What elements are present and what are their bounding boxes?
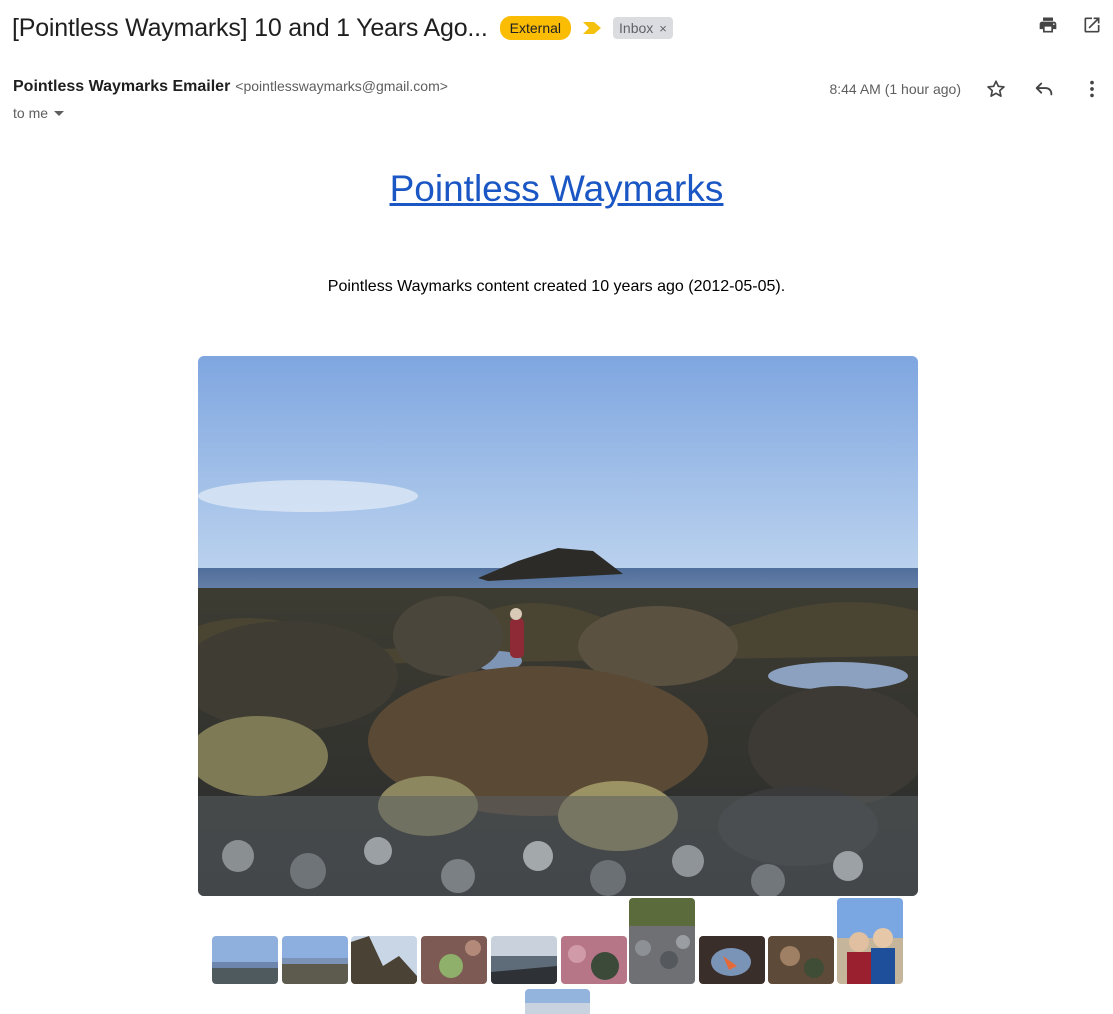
thumbnail-photo[interactable] bbox=[837, 898, 903, 984]
print-icon[interactable] bbox=[1037, 14, 1059, 36]
photo-thumbnails bbox=[212, 898, 912, 1014]
thumbnail-photo[interactable] bbox=[282, 936, 348, 984]
importance-marker-icon[interactable] bbox=[581, 20, 603, 36]
recipient-row: to me bbox=[13, 105, 65, 121]
message-meta: 8:44 AM (1 hour ago) bbox=[829, 78, 1103, 100]
recipient-text: to me bbox=[13, 105, 49, 121]
thumbnail-photo[interactable] bbox=[491, 936, 557, 984]
subject-row: [Pointless Waymarks] 10 and 1 Years Ago.… bbox=[12, 10, 1113, 46]
thumbnail-photo[interactable] bbox=[699, 936, 765, 984]
thumbnail-photo[interactable] bbox=[561, 936, 627, 984]
site-title-link[interactable]: Pointless Waymarks bbox=[390, 168, 724, 209]
more-vertical-icon[interactable] bbox=[1081, 78, 1103, 100]
remove-label-close-icon[interactable]: × bbox=[659, 21, 667, 36]
thumbnail-photo[interactable] bbox=[212, 936, 278, 984]
timestamp: 8:44 AM (1 hour ago) bbox=[829, 81, 961, 97]
subject-actions bbox=[1037, 14, 1103, 36]
external-label-chip: External bbox=[499, 16, 572, 40]
sender-email: <pointlesswaymarks@gmail.com> bbox=[235, 78, 448, 94]
thumbnail-photo[interactable] bbox=[351, 936, 417, 984]
hero-photo[interactable] bbox=[198, 356, 918, 896]
email-subject: [Pointless Waymarks] 10 and 1 Years Ago.… bbox=[12, 13, 488, 42]
site-title-link-container: Pointless Waymarks bbox=[0, 168, 1113, 210]
thumbnail-photo[interactable] bbox=[768, 936, 834, 984]
inbox-label-chip: Inbox × bbox=[613, 17, 673, 39]
reply-icon[interactable] bbox=[1033, 78, 1055, 100]
thumbnail-photo[interactable] bbox=[525, 989, 590, 1014]
intro-text: Pointless Waymarks content created 10 ye… bbox=[327, 278, 786, 295]
caret-down-icon[interactable] bbox=[54, 110, 65, 116]
star-icon[interactable] bbox=[985, 78, 1007, 100]
open-in-new-window-icon[interactable] bbox=[1081, 14, 1103, 36]
thumbnail-photo[interactable] bbox=[421, 936, 487, 984]
sender-name[interactable]: Pointless Waymarks Emailer bbox=[13, 78, 230, 96]
inbox-label-text: Inbox bbox=[619, 20, 654, 36]
thumbnail-photo[interactable] bbox=[629, 898, 695, 984]
